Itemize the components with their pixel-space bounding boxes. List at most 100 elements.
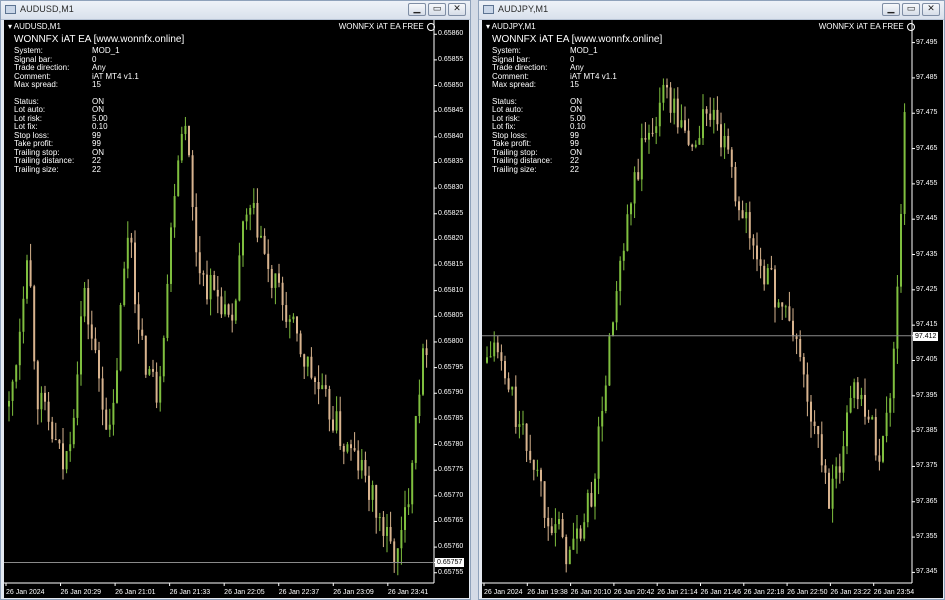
price-tick-label: 0.65790	[438, 389, 464, 397]
price-tick-label: 0.65760	[438, 543, 464, 551]
panel-row-label: Trailing size:	[14, 164, 59, 174]
candle-body	[619, 260, 622, 292]
candle-body	[18, 331, 21, 366]
candle-body	[119, 304, 122, 371]
window-title: AUDUSD,M1	[20, 4, 74, 14]
price-chart[interactable]: ▾ AUDUSD,M1 WONNFX iAT EA FREE WONNFX iA…	[4, 20, 469, 598]
candle-body	[40, 392, 43, 410]
candle-body	[184, 125, 187, 134]
time-tick-label: 26 Jan 21:14	[657, 589, 698, 596]
price-axis[interactable]: 0.65860 0.65855 0.65850 0.65845 0.65840 0.658…	[434, 20, 469, 598]
candle-body	[514, 386, 517, 427]
candle-body	[224, 304, 226, 315]
price-tick-label: 0.65820	[438, 235, 464, 243]
current-price-label: 0.65757	[435, 558, 465, 568]
symbol-label: ▾ AUDJPY,M1	[486, 22, 536, 31]
price-tick-label: 0.65800	[438, 337, 464, 345]
price-tick-label: 0.65835	[438, 158, 464, 166]
candle-body	[83, 287, 86, 317]
candle-body	[586, 493, 589, 523]
panel-row: Max spread: 15	[14, 80, 184, 90]
price-tick-label: 0.65795	[438, 363, 464, 371]
audjpy-chart-window[interactable]: AUDJPY,M1 ▁ ▭ ✕ ▾ AUDJPY,M1 WONNFX iAT E…	[478, 0, 945, 600]
price-chart[interactable]: ▾ AUDJPY,M1 WONNFX iAT EA FREE WONNFX iA…	[482, 20, 943, 598]
maximize-button[interactable]: ▭	[902, 3, 920, 16]
price-tick-label: 0.65830	[438, 184, 464, 192]
candle-body	[90, 324, 93, 339]
candle-body	[864, 394, 866, 417]
candle-body	[756, 245, 758, 260]
candle-body	[209, 275, 212, 300]
close-button[interactable]: ✕	[922, 3, 940, 16]
candle-body	[112, 402, 115, 425]
price-tick-label: 0.65815	[438, 261, 464, 269]
candle-body	[227, 304, 230, 315]
candle-body	[33, 286, 36, 362]
candle-body	[723, 135, 726, 148]
candle-body	[137, 304, 140, 330]
candle-body	[299, 333, 302, 355]
price-tick-label: 0.65785	[438, 414, 464, 422]
maximize-button[interactable]: ▭	[428, 3, 446, 16]
candle-body	[770, 268, 773, 270]
candle-body	[889, 398, 892, 413]
candle-body	[238, 255, 241, 301]
candle-body	[806, 374, 809, 402]
candle-body	[813, 421, 816, 427]
candle-body	[874, 417, 877, 456]
minimize-button[interactable]: ▁	[882, 3, 900, 16]
panel-row-value: 15	[92, 80, 101, 89]
candle-body	[36, 361, 39, 410]
candle-body	[684, 120, 686, 131]
window-titlebar[interactable]: AUDUSD,M1 ▁ ▭ ✕	[1, 1, 470, 20]
candle-body	[173, 196, 176, 228]
candle-body	[748, 212, 751, 239]
candle-body	[105, 409, 108, 430]
candle-body	[346, 444, 349, 452]
candle-body	[58, 439, 61, 444]
close-button[interactable]: ✕	[448, 3, 466, 16]
candle-body	[8, 400, 10, 407]
candle-body	[101, 378, 104, 410]
time-tick-label: 26 Jan 19:38	[527, 589, 568, 596]
candle-body	[195, 207, 198, 253]
panel-title: WONNFX iAT EA [www.wonnfx.online]	[14, 34, 185, 45]
candle-body	[47, 401, 50, 422]
audusd-chart-window[interactable]: AUDUSD,M1 ▁ ▭ ✕ ▾ AUDUSD,M1 WONNFX iAT E…	[0, 0, 471, 600]
candle-body	[871, 417, 874, 420]
candle-body	[15, 365, 18, 382]
candle-body	[896, 286, 899, 349]
candle-body	[752, 238, 755, 246]
panel-row-label: Max spread:	[492, 80, 537, 89]
price-axis[interactable]: 97.495 97.485 97.475 97.465 97.455 97.445 97.4…	[912, 20, 943, 598]
candle-body	[162, 337, 165, 377]
candle-body	[310, 356, 313, 378]
candle-body	[694, 144, 697, 147]
candle-body	[357, 450, 360, 471]
candle-body	[903, 112, 906, 214]
price-tick-label: 0.65755	[438, 568, 464, 576]
candle-body	[360, 459, 363, 471]
chart-window-icon	[483, 5, 494, 14]
candle-body	[144, 335, 147, 375]
candle-body	[159, 376, 162, 403]
price-tick-label: 97.395	[916, 391, 938, 399]
candle-body	[838, 466, 841, 473]
candle-body	[335, 411, 338, 431]
candle-body	[306, 356, 309, 367]
price-tick-label: 0.65860	[438, 30, 464, 38]
price-tick-label: 97.465	[916, 144, 938, 152]
window-titlebar[interactable]: AUDJPY,M1 ▁ ▭ ✕	[479, 1, 944, 20]
price-tick-label: 97.345	[916, 568, 938, 576]
candle-body	[98, 350, 100, 379]
chart-window-icon	[5, 5, 16, 14]
candle-body	[80, 316, 82, 375]
candle-body	[712, 109, 715, 120]
candle-body	[882, 436, 884, 462]
price-tick-label: 0.65805	[438, 312, 464, 320]
candle-body	[292, 316, 295, 320]
minimize-button[interactable]: ▁	[408, 3, 426, 16]
candle-body	[332, 419, 334, 431]
candle-body	[44, 392, 46, 402]
candle-body	[72, 417, 75, 445]
